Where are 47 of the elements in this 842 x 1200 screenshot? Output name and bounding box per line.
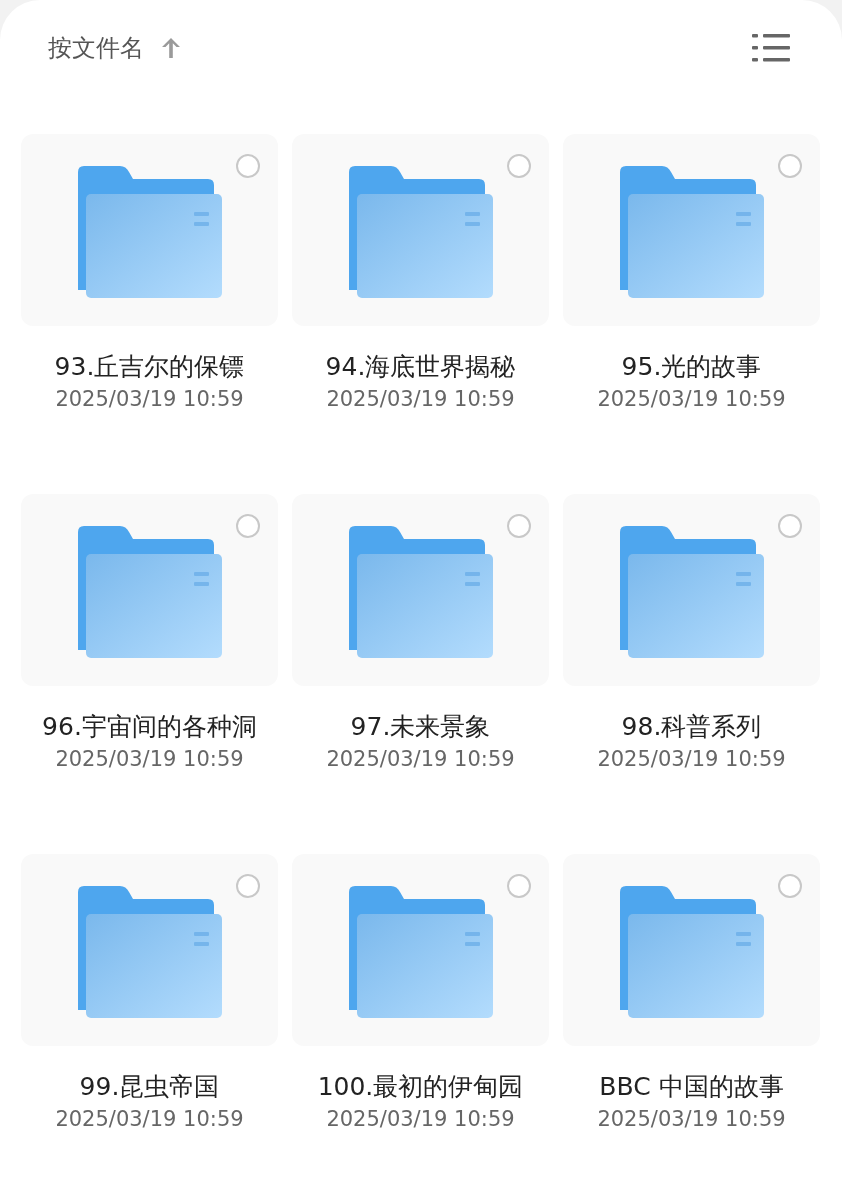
folder-name: 94.海底世界揭秘 xyxy=(325,351,516,383)
folder-card[interactable] xyxy=(292,854,549,1046)
folder-icon xyxy=(77,166,222,298)
folder-date: 2025/03/19 10:59 xyxy=(55,386,244,413)
folder-name: 97.未来景象 xyxy=(350,711,491,743)
select-circle[interactable] xyxy=(507,154,531,178)
folder-card[interactable] xyxy=(292,134,549,326)
select-circle[interactable] xyxy=(236,154,260,178)
folder-name: 96.宇宙间的各种洞 xyxy=(42,711,257,743)
folder-name: 98.科普系列 xyxy=(621,711,762,743)
folder-card[interactable] xyxy=(563,134,820,326)
folder-date: 2025/03/19 10:59 xyxy=(597,746,786,773)
folder-card[interactable] xyxy=(563,494,820,686)
folder-icon xyxy=(619,526,764,658)
select-circle[interactable] xyxy=(507,514,531,538)
folder-card[interactable] xyxy=(21,134,278,326)
folder-date: 2025/03/19 10:59 xyxy=(597,1106,786,1133)
folder-name: BBC 中国的故事 xyxy=(599,1071,784,1103)
select-circle[interactable] xyxy=(778,154,802,178)
select-circle[interactable] xyxy=(236,514,260,538)
select-circle[interactable] xyxy=(778,874,802,898)
folder-card[interactable] xyxy=(21,494,278,686)
folder-icon xyxy=(348,166,493,298)
folder-card[interactable] xyxy=(21,854,278,1046)
folder-date: 2025/03/19 10:59 xyxy=(55,1106,244,1133)
folder-card[interactable] xyxy=(292,494,549,686)
folder-name: 100.最初的伊甸园 xyxy=(317,1071,524,1103)
select-circle[interactable] xyxy=(236,874,260,898)
folder-date: 2025/03/19 10:59 xyxy=(597,386,786,413)
folder-name: 93.丘吉尔的保镖 xyxy=(54,351,245,383)
folder-date: 2025/03/19 10:59 xyxy=(326,746,515,773)
folder-icon xyxy=(77,886,222,1018)
folder-icon xyxy=(619,166,764,298)
folder-date: 2025/03/19 10:59 xyxy=(326,1106,515,1133)
folder-icon xyxy=(348,886,493,1018)
folder-date: 2025/03/19 10:59 xyxy=(326,386,515,413)
folder-name: 99.昆虫帝国 xyxy=(79,1071,220,1103)
select-circle[interactable] xyxy=(778,514,802,538)
folder-date: 2025/03/19 10:59 xyxy=(55,746,244,773)
folder-card[interactable] xyxy=(563,854,820,1046)
folder-name: 95.光的故事 xyxy=(621,351,762,383)
select-circle[interactable] xyxy=(507,874,531,898)
folder-icon xyxy=(348,526,493,658)
folder-icon xyxy=(77,526,222,658)
list-view-icon[interactable] xyxy=(752,32,790,64)
sort-button[interactable]: 按文件名 xyxy=(48,32,182,64)
folder-icon xyxy=(619,886,764,1018)
